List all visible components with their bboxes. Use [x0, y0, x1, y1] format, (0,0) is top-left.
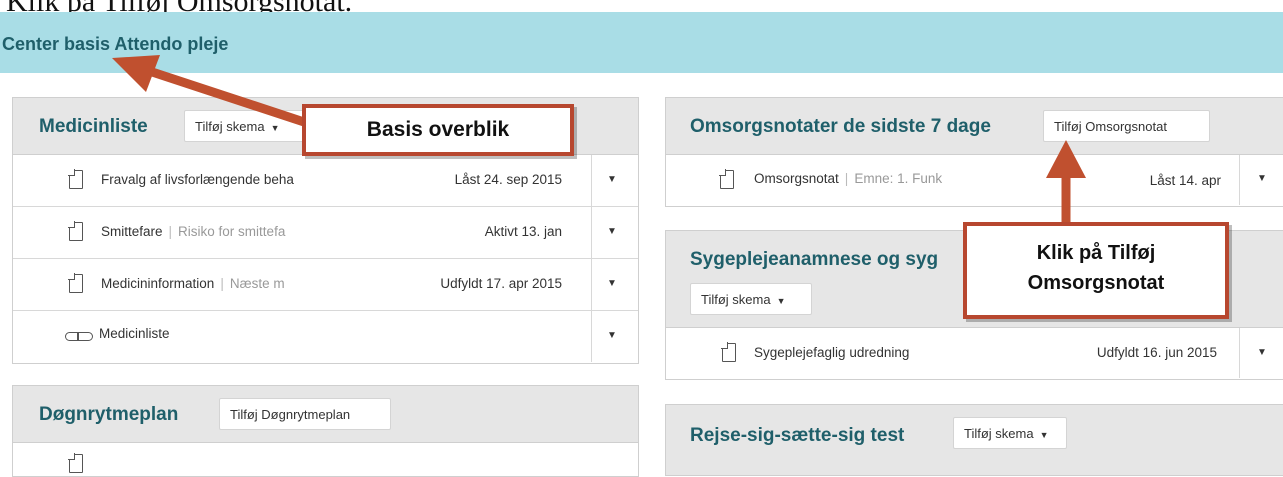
- chevron-down-icon: ▼: [1039, 429, 1049, 440]
- list-item[interactable]: Medicinliste ▼: [13, 311, 638, 362]
- tilfoj-skema-button[interactable]: Tilføj skema ▼: [690, 283, 812, 315]
- tilfoj-dognrytmeplan-button[interactable]: Tilføj Døgnrytmeplan: [219, 398, 391, 430]
- list-item[interactable]: Omsorgsnotat | Emne: 1. Funk Låst 14. apr …: [666, 155, 1283, 205]
- top-header-bar: Center basis Attendo pleje: [0, 12, 1283, 73]
- row-label: Sygeplejefaglig udredning: [754, 345, 910, 360]
- tilfoj-skema-button[interactable]: Tilføj skema ▼: [953, 417, 1067, 449]
- row-label: Fravalg af livsforlængende beha: [101, 172, 294, 187]
- document-icon: [69, 274, 83, 293]
- row-status: Aktivt 13. jan: [484, 224, 562, 239]
- omsorgsnotater-panel: Omsorgsnotater de sidste 7 dage Tilføj O…: [665, 97, 1283, 207]
- row-status: Udfyldt 17. apr 2015: [440, 276, 562, 291]
- tilfoj-skema-button[interactable]: Tilføj skema ▼: [184, 110, 314, 142]
- chevron-down-icon[interactable]: ▼: [1257, 173, 1267, 184]
- list-item[interactable]: Medicininformation | Næste m Udfyldt 17. a…: [13, 259, 638, 311]
- document-icon: [69, 454, 83, 473]
- rejse-panel: Rejse-sig-sætte-sig test Tilføj skema ▼: [665, 404, 1283, 476]
- omsorgsnotater-header: Omsorgsnotater de sidste 7 dage Tilføj O…: [666, 98, 1283, 155]
- chevron-down-icon[interactable]: ▼: [1257, 347, 1267, 358]
- list-item[interactable]: Smittefare | Risiko for smittefa Aktivt 13…: [13, 207, 638, 259]
- row-status: Låst 24. sep 2015: [454, 172, 562, 187]
- list-item[interactable]: Fravalg af livsforlængende beha Låst 24.…: [13, 155, 638, 207]
- row-label: Omsorgsnotat | Emne: 1. Funk: [754, 171, 943, 186]
- row-status: Låst 14. apr: [1149, 173, 1221, 188]
- sygepleje-title: Sygeplejeanamnese og syg: [690, 249, 939, 270]
- document-icon: [720, 170, 734, 189]
- document-icon: [69, 222, 83, 241]
- document-icon: [722, 343, 736, 362]
- row-status: Udfyldt 16. jun 2015: [1096, 345, 1217, 360]
- callout-klik-omsorgsnotat: Klik på Tilføj Omsorgsnotat: [963, 222, 1229, 319]
- list-item[interactable]: Sygeplejefaglig udredning Udfyldt 16. ju…: [666, 328, 1283, 378]
- chevron-down-icon[interactable]: ▼: [607, 330, 617, 341]
- rejse-title: Rejse-sig-sætte-sig test: [690, 425, 905, 446]
- dognrytmeplan-header: Døgnrytmeplan Tilføj Døgnrytmeplan: [13, 386, 638, 443]
- dognrytmeplan-title: Døgnrytmeplan: [39, 404, 179, 425]
- pill-icon: [65, 332, 93, 341]
- rejse-header: Rejse-sig-sætte-sig test Tilføj skema ▼: [666, 405, 1283, 476]
- row-label: Medicininformation | Næste m: [101, 276, 285, 291]
- callout-basis-overblik: Basis overblik: [302, 104, 574, 156]
- row-label: Medicinliste: [99, 326, 170, 341]
- omsorgsnotater-title: Omsorgsnotater de sidste 7 dage: [690, 116, 991, 137]
- chevron-down-icon: ▼: [270, 122, 280, 133]
- center-title[interactable]: Center basis Attendo pleje: [2, 34, 228, 55]
- chevron-down-icon[interactable]: ▼: [607, 226, 617, 237]
- tilfoj-omsorgsnotat-button[interactable]: Tilføj Omsorgsnotat: [1043, 110, 1210, 142]
- chevron-down-icon: ▼: [776, 295, 786, 306]
- chevron-down-icon[interactable]: ▼: [607, 174, 617, 185]
- document-icon: [69, 170, 83, 189]
- row-label: Smittefare | Risiko for smittefa: [101, 224, 286, 239]
- medicinliste-title: Medicinliste: [39, 116, 148, 137]
- chevron-down-icon[interactable]: ▼: [607, 278, 617, 289]
- dognrytmeplan-panel: Døgnrytmeplan Tilføj Døgnrytmeplan: [12, 385, 639, 477]
